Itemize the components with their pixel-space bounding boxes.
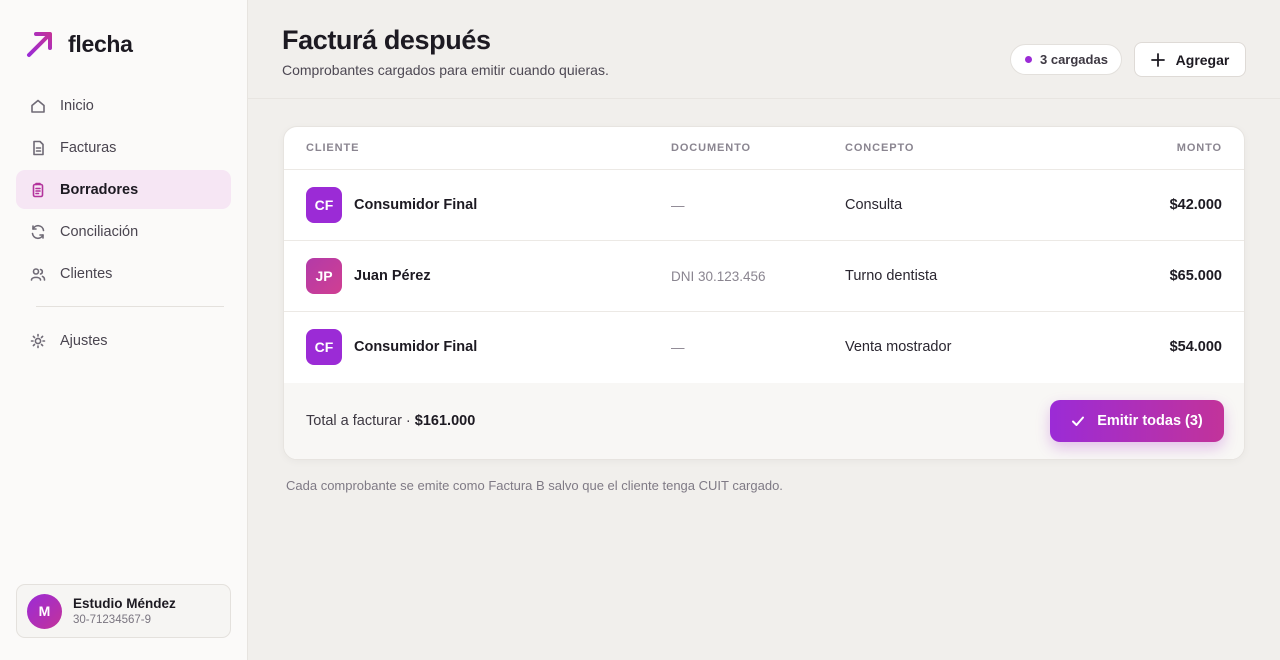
invoice-concept: Turno dentista [845, 268, 938, 284]
sidebar-item-label: Borradores [60, 181, 139, 198]
main-content: Facturá después Comprobantes cargados pa… [248, 0, 1280, 660]
client-avatar: JP [306, 258, 342, 294]
document-icon [33, 140, 44, 155]
client-name: Juan Pérez [354, 268, 431, 284]
table-row[interactable]: JP Juan Pérez DNI 30.123.456 Turno denti… [284, 241, 1244, 312]
status-dot-icon [1025, 56, 1032, 63]
invoice-amount: $65.000 [1169, 268, 1222, 284]
sidebar-divider [36, 306, 224, 307]
column-header-concepto: CONCEPTO [845, 142, 915, 154]
account-card[interactable]: M Estudio Méndez 30-71234567-9 [16, 584, 231, 638]
drafts-table: CLIENTE DOCUMENTO CONCEPTO MONTO CF Cons… [283, 126, 1245, 460]
emit-all-button[interactable]: Emitir todas (3) [1050, 400, 1224, 442]
table-footer: Total a facturar · $161.000 Emitir todas… [284, 383, 1244, 459]
account-name: Estudio Méndez [73, 596, 176, 611]
sidebar-item-clientes[interactable]: Clientes [16, 254, 231, 293]
table-header: CLIENTE DOCUMENTO CONCEPTO MONTO [284, 127, 1244, 170]
home-icon [31, 99, 45, 113]
sidebar-item-ajustes[interactable]: Ajustes [16, 321, 231, 360]
client-document: DNI 30.123.456 [671, 269, 766, 284]
total-value: $161.000 [414, 413, 476, 429]
client-name: Consumidor Final [354, 197, 478, 213]
add-button[interactable]: Agregar [1134, 42, 1246, 77]
invoice-amount: $42.000 [1169, 197, 1222, 213]
emit-all-label: Emitir todas (3) [1097, 413, 1203, 429]
sidebar-nav: Inicio Facturas Borradores Conciliación … [16, 86, 231, 363]
column-header-cliente: CLIENTE [306, 142, 360, 154]
account-cuit: 30-71234567-9 [73, 614, 152, 626]
account-info: Estudio Méndez 30-71234567-9 [73, 596, 176, 626]
sidebar-item-facturas[interactable]: Facturas [16, 128, 231, 167]
brand-logo[interactable]: flecha [25, 29, 133, 59]
column-header-monto: MONTO [1176, 142, 1222, 154]
brand-name: flecha [68, 30, 133, 57]
add-button-label: Agregar [1175, 51, 1230, 68]
status-badge: 3 cargadas [1010, 44, 1122, 75]
footnote: Cada comprobante se emite como Factura B… [286, 478, 783, 493]
client-document: — [671, 198, 685, 213]
total-summary: Total a facturar · $161.000 [306, 413, 475, 429]
page-subtitle: Comprobantes cargados para emitir cuando… [282, 62, 609, 78]
status-badge-label: 3 cargadas [1040, 52, 1108, 67]
sidebar-item-conciliacion[interactable]: Conciliación [16, 212, 231, 251]
client-name: Consumidor Final [354, 339, 478, 355]
invoice-amount: $54.000 [1169, 339, 1222, 355]
sidebar: flecha Inicio Facturas Borradores Concil… [0, 0, 248, 660]
column-header-documento: DOCUMENTO [671, 142, 752, 154]
invoice-concept: Venta mostrador [845, 339, 952, 355]
table-row[interactable]: CF Consumidor Final — Consulta $42.000 [284, 170, 1244, 241]
total-label: Total a facturar · [306, 413, 415, 429]
sun-gear-icon [30, 333, 46, 348]
sidebar-item-label: Clientes [60, 265, 113, 282]
avatar: M [27, 593, 62, 629]
check-icon [1072, 416, 1085, 426]
sidebar-item-label: Inicio [60, 97, 94, 114]
sidebar-item-borradores[interactable]: Borradores [16, 170, 231, 209]
sidebar-item-inicio[interactable]: Inicio [16, 86, 231, 125]
plus-icon [1150, 52, 1165, 67]
clipboard-icon [32, 182, 44, 197]
client-avatar: CF [306, 329, 342, 365]
sidebar-item-label: Conciliación [60, 223, 139, 240]
refresh-icon [31, 224, 45, 239]
arrow-logo-icon [27, 32, 52, 57]
users-icon [30, 267, 46, 281]
page-title: Facturá después [282, 25, 491, 55]
sidebar-item-label: Facturas [60, 139, 117, 156]
sidebar-item-label: Ajustes [60, 332, 108, 349]
table-row[interactable]: CF Consumidor Final — Venta mostrador $5… [284, 312, 1244, 383]
invoice-concept: Consulta [845, 197, 903, 213]
page-header: Facturá después Comprobantes cargados pa… [248, 0, 1280, 99]
client-avatar: CF [306, 187, 342, 223]
client-document: — [671, 340, 685, 355]
